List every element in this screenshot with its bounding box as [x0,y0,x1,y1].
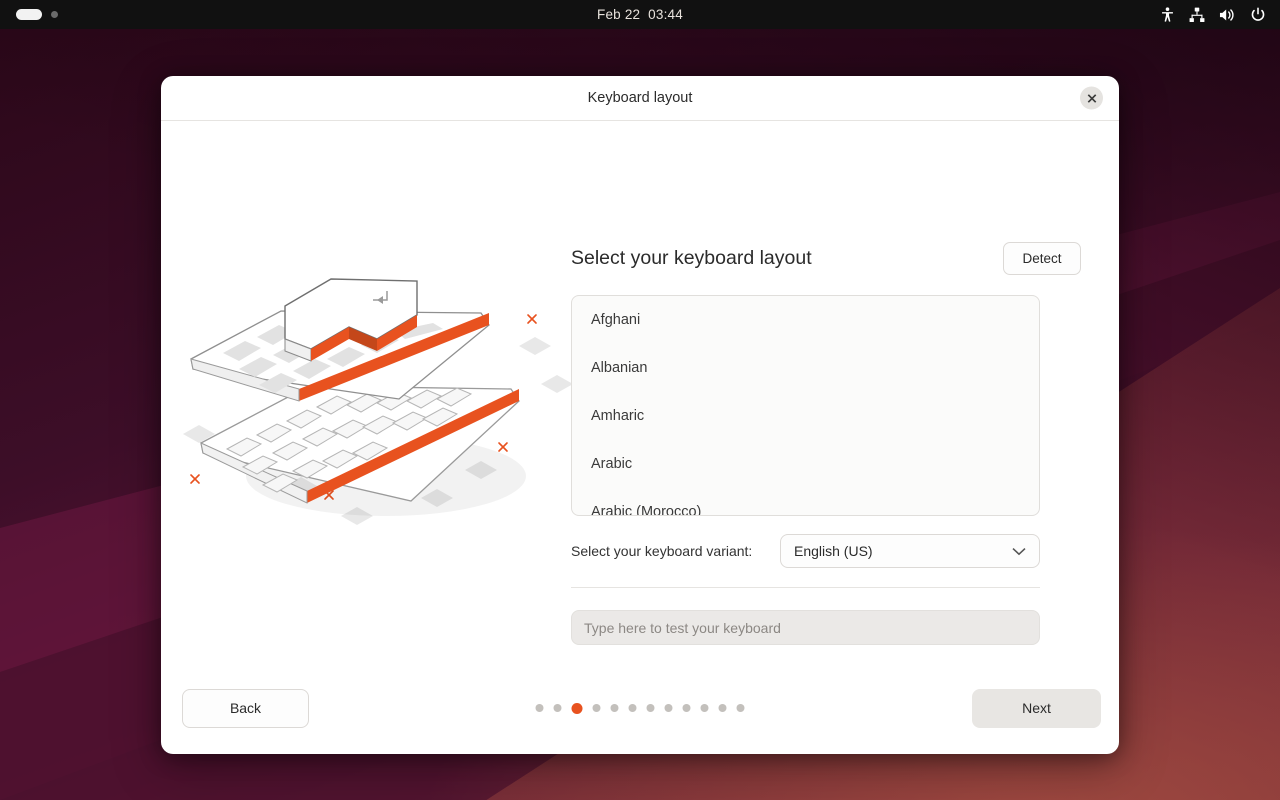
page-dot[interactable] [535,704,544,712]
workspace-inactive-dot[interactable] [51,11,58,18]
keyboard-layout-list[interactable]: Afghani Albanian Amharic Arabic Arabic (Moro… [571,295,1040,516]
clock-label[interactable]: Feb 22 03:44 [597,7,683,22]
chevron-down-icon [1012,547,1026,555]
detect-button[interactable]: Detect [1003,241,1081,275]
keyboard-layout-dialog: Keyboard layout Select your keyboard lay… [161,76,1119,754]
dialog-body: Select your keyboard layout Detect Afgha… [161,121,1119,662]
page-title: Select your keyboard layout [571,246,812,269]
page-dot[interactable] [610,704,619,712]
clock-area[interactable]: Feb 22 03:44 [300,7,980,22]
back-button[interactable]: Back [182,688,309,728]
variant-label: Select your keyboard variant: [571,543,753,559]
layout-selection-pane: Select your keyboard layout Detect Afgha… [571,241,1081,645]
variant-selected-value: English (US) [794,543,873,559]
page-dot[interactable] [718,704,727,712]
layout-list-item[interactable]: Afghani [572,296,1039,344]
variant-row: Select your keyboard variant: English (U… [571,534,1040,568]
layout-list-item[interactable]: Arabic [572,440,1039,488]
system-tray [980,6,1280,23]
page-dot[interactable] [553,704,562,712]
dialog-title: Keyboard layout [587,90,693,106]
next-button[interactable]: Next [972,688,1101,728]
keyboard-variant-select[interactable]: English (US) [780,534,1040,568]
workspace-indicator-group[interactable] [0,9,300,20]
pane-header: Select your keyboard layout Detect [571,241,1081,275]
page-dot[interactable] [628,704,637,712]
layout-list-item[interactable]: Amharic [572,392,1039,440]
page-dot[interactable] [682,704,691,712]
keyboard-test-input[interactable] [571,610,1040,645]
volume-icon[interactable] [1219,7,1236,23]
page-dot[interactable] [736,704,745,712]
page-indicator [535,702,745,714]
dialog-footer: Back Next [161,662,1119,754]
power-icon[interactable] [1250,7,1266,23]
divider [571,587,1040,588]
page-dot[interactable] [646,704,655,712]
dialog-header: Keyboard layout [161,76,1119,121]
page-dot[interactable] [592,704,601,712]
page-dot[interactable] [700,704,709,712]
page-dot-active[interactable] [571,702,583,714]
close-icon[interactable] [1080,86,1103,110]
page-dot[interactable] [664,704,673,712]
layout-list-item[interactable]: Albanian [572,344,1039,392]
keyboard-layers-illustration [181,271,573,531]
network-icon[interactable] [1189,7,1205,23]
accessibility-icon[interactable] [1160,6,1175,23]
workspace-active-pill[interactable] [16,9,42,20]
desktop: Feb 22 03:44 Keyboard layout Select your… [0,0,1280,800]
top-bar: Feb 22 03:44 [0,0,1280,29]
layout-list-item[interactable]: Arabic (Morocco) [572,488,1039,515]
